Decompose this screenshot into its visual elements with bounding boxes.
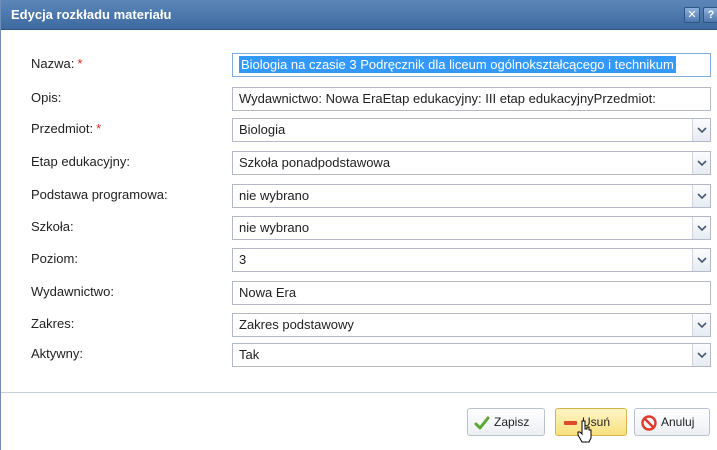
- row-opis: Opis: Wydawnictwo: Nowa EraEtap edukacyj…: [1, 87, 717, 113]
- dialog-window: Edycja rozkładu materiału ✕ ? Nazwa: * Bi…: [0, 0, 717, 450]
- required-mark: *: [96, 121, 102, 136]
- required-mark: *: [77, 56, 83, 71]
- row-zakres: Zakres: Zakres podstawowy: [1, 313, 717, 339]
- cancel-icon: [641, 414, 657, 440]
- title-bar[interactable]: Edycja rozkładu materiału ✕ ?: [1, 0, 717, 30]
- row-etap: Etap edukacyjny: Szkoła ponadpodstawowa: [1, 151, 717, 177]
- label-zakres: Zakres:: [31, 316, 75, 331]
- przedmiot-select[interactable]: Biologia: [232, 118, 711, 142]
- zakres-value: Zakres podstawowy: [239, 317, 354, 332]
- zakres-select[interactable]: Zakres podstawowy: [232, 313, 711, 337]
- poziom-select[interactable]: 3: [232, 248, 711, 272]
- row-poziom: Poziom: 3: [1, 248, 717, 274]
- chevron-down-icon[interactable]: [692, 217, 710, 239]
- cancel-button[interactable]: Anuluj: [634, 408, 710, 436]
- close-icon[interactable]: ✕: [684, 7, 700, 23]
- szkola-select[interactable]: nie wybrano: [232, 216, 711, 240]
- chevron-down-icon[interactable]: [692, 314, 710, 336]
- aktywny-value: Tak: [239, 347, 260, 362]
- label-wydawnictwo: Wydawnictwo:: [31, 284, 114, 299]
- window-title: Edycja rozkładu materiału: [11, 7, 172, 22]
- opis-input[interactable]: Wydawnictwo: Nowa EraEtap edukacyjny: II…: [232, 87, 711, 111]
- row-szkola: Szkoła: nie wybrano: [1, 216, 717, 242]
- chevron-down-icon[interactable]: [692, 152, 710, 174]
- hand-cursor-icon: [577, 420, 592, 443]
- label-poziom: Poziom:: [31, 251, 78, 266]
- save-button[interactable]: Zapisz: [467, 408, 545, 436]
- etap-value: Szkoła ponadpodstawowa: [239, 155, 391, 170]
- nazwa-input[interactable]: Biologia na czasie 3 Podręcznik dla lice…: [232, 53, 711, 77]
- aktywny-select[interactable]: Tak: [232, 343, 711, 367]
- label-etap: Etap edukacyjny:: [31, 154, 131, 169]
- label-aktywny: Aktywny:: [31, 346, 84, 361]
- chevron-down-icon[interactable]: [692, 344, 710, 366]
- row-wydawnictwo: Wydawnictwo: Nowa Era: [1, 281, 717, 307]
- label-podstawa: Podstawa programowa:: [31, 187, 168, 202]
- row-podstawa: Podstawa programowa: nie wybrano: [1, 184, 717, 210]
- podstawa-select[interactable]: nie wybrano: [232, 184, 711, 208]
- label-szkola: Szkoła:: [31, 219, 74, 234]
- etap-select[interactable]: Szkoła ponadpodstawowa: [232, 151, 711, 175]
- label-opis: Opis:: [31, 90, 62, 105]
- chevron-down-icon[interactable]: [692, 185, 710, 207]
- dialog-footer: Zapisz Usuń Anuluj: [1, 392, 717, 450]
- wydawnictwo-input[interactable]: Nowa Era: [232, 281, 711, 305]
- szkola-value: nie wybrano: [239, 220, 310, 235]
- chevron-down-icon[interactable]: [692, 119, 710, 141]
- row-przedmiot: Przedmiot: * Biologia: [1, 118, 717, 144]
- checkmark-icon: [474, 414, 490, 440]
- row-aktywny: Aktywny: Tak: [1, 343, 717, 369]
- podstawa-value: nie wybrano: [239, 188, 310, 203]
- cancel-label: Anuluj: [661, 415, 695, 429]
- row-nazwa: Nazwa: * Biologia na czasie 3 Podręcznik …: [1, 53, 717, 79]
- chevron-down-icon[interactable]: [692, 249, 710, 271]
- przedmiot-value: Biologia: [239, 122, 286, 137]
- label-przedmiot: Przedmiot: *: [31, 121, 102, 136]
- label-nazwa: Nazwa: *: [31, 56, 83, 71]
- poziom-value: 3: [239, 252, 247, 267]
- save-label: Zapisz: [494, 415, 530, 429]
- help-icon[interactable]: ?: [703, 7, 717, 23]
